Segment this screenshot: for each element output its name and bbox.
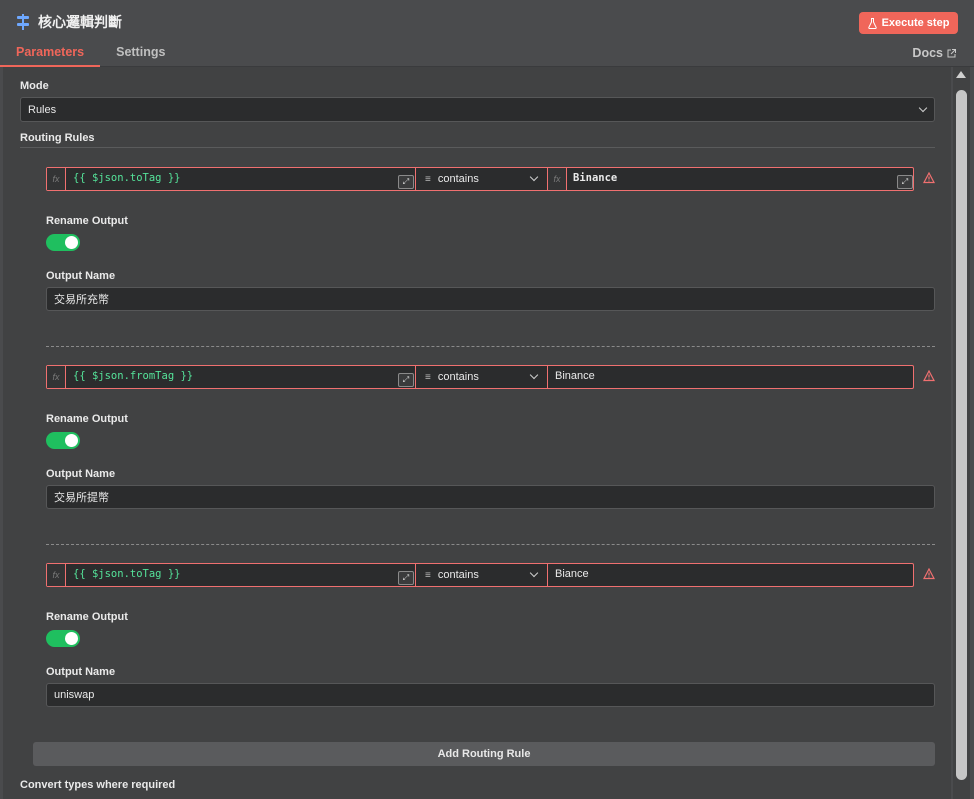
chevron-down-icon — [529, 568, 539, 578]
mode-label: Mode — [20, 80, 49, 92]
rule-1-output-name-input[interactable]: 交易所充幣 — [46, 287, 935, 311]
fx-icon[interactable]: fx — [47, 168, 66, 190]
rule-2-condition: fx {{ $json.fromTag }} ⤢ ≡ contains Bina… — [46, 365, 914, 389]
rule-3-output-name-label: Output Name — [46, 666, 116, 678]
fx-icon[interactable]: fx — [548, 168, 567, 190]
warning-icon — [923, 370, 935, 382]
scroll-thumb[interactable] — [956, 90, 967, 780]
title-row: 核心邏輯判斷 — [16, 12, 122, 32]
operator-icon: ≡ — [425, 371, 431, 383]
switch-node-icon — [17, 14, 29, 30]
rule-2-output-name: 交易所提幣 — [54, 492, 109, 504]
parameters-panel: Mode Rules Routing Rules fx {{ $json.toT… — [3, 67, 951, 799]
rule-2-right-value[interactable]: Binance — [555, 370, 595, 382]
rule-1-right-value[interactable]: Binance — [573, 172, 617, 184]
fx-icon[interactable]: fx — [47, 366, 66, 388]
convert-types-label: Convert types where required — [20, 779, 176, 791]
scrollbar[interactable] — [953, 67, 970, 799]
rule-2-operator: contains — [437, 371, 479, 383]
warning-icon — [923, 568, 935, 580]
rule-separator — [46, 346, 935, 347]
toggle-knob — [65, 434, 78, 447]
mode-select[interactable]: Rules — [20, 97, 935, 122]
rule-3-right-value[interactable]: Biance — [555, 568, 589, 580]
section-divider — [20, 147, 935, 148]
chevron-down-icon — [529, 370, 539, 380]
rule-2-output-name-label: Output Name — [46, 468, 116, 480]
expand-expression-icon[interactable]: ⤢ — [897, 175, 913, 189]
rule-3-rename-label: Rename Output — [46, 611, 128, 623]
toggle-knob — [65, 632, 78, 645]
rule-1-output-name: 交易所充幣 — [54, 294, 109, 306]
flask-icon — [867, 17, 877, 29]
rule-2-left-expression[interactable]: {{ $json.fromTag }} — [73, 370, 193, 382]
rule-3-output-name: uniswap — [54, 689, 95, 701]
rule-1-left-expression[interactable]: {{ $json.toTag }} — [73, 172, 180, 184]
rule-1-condition: fx {{ $json.toTag }} ⤢ ≡ contains fx Bin… — [46, 167, 914, 191]
rule-1-operator: contains — [437, 173, 479, 185]
add-routing-rule-button[interactable]: Add Routing Rule — [33, 742, 935, 766]
tab-parameters[interactable]: Parameters — [0, 40, 101, 67]
node-title[interactable]: 核心邏輯判斷 — [38, 12, 122, 32]
chevron-down-icon — [918, 103, 928, 113]
routing-rules-label: Routing Rules — [20, 132, 95, 144]
rule-1-operator-select[interactable]: ≡ contains — [415, 168, 548, 190]
node-header: 核心邏輯判斷 Execute step Parameters Settings … — [0, 0, 974, 67]
mode-value: Rules — [28, 103, 57, 116]
rule-2-output-name-input[interactable]: 交易所提幣 — [46, 485, 935, 509]
fx-icon[interactable]: fx — [47, 564, 66, 586]
chevron-down-icon — [529, 172, 539, 182]
docs-link[interactable]: Docs — [912, 46, 956, 60]
operator-icon: ≡ — [425, 173, 431, 185]
rule-2-rename-toggle[interactable] — [46, 432, 80, 449]
execute-step-button[interactable]: Execute step — [859, 12, 958, 34]
warning-icon — [923, 172, 935, 184]
external-link-icon — [947, 48, 956, 57]
tab-settings[interactable]: Settings — [100, 40, 181, 67]
rule-3-operator: contains — [437, 569, 479, 581]
expand-expression-icon[interactable]: ⤢ — [398, 571, 414, 585]
rule-2-operator-select[interactable]: ≡ contains — [415, 366, 548, 388]
execute-step-label: Execute step — [881, 17, 950, 29]
tab-bar: Parameters Settings — [0, 40, 181, 67]
rule-3-condition: fx {{ $json.toTag }} ⤢ ≡ contains Biance — [46, 563, 914, 587]
expand-expression-icon[interactable]: ⤢ — [398, 175, 414, 189]
expand-expression-icon[interactable]: ⤢ — [398, 373, 414, 387]
rule-1-output-name-label: Output Name — [46, 270, 116, 282]
toggle-knob — [65, 236, 78, 249]
operator-icon: ≡ — [425, 569, 431, 581]
rule-separator — [46, 544, 935, 545]
rule-3-left-expression[interactable]: {{ $json.toTag }} — [73, 568, 180, 580]
rule-3-rename-toggle[interactable] — [46, 630, 80, 647]
rule-1-rename-toggle[interactable] — [46, 234, 80, 251]
rule-3-output-name-input[interactable]: uniswap — [46, 683, 935, 707]
docs-label: Docs — [912, 46, 943, 60]
rule-1-rename-label: Rename Output — [46, 215, 128, 227]
rule-2-rename-label: Rename Output — [46, 413, 128, 425]
scroll-up-arrow-icon[interactable] — [956, 71, 966, 78]
rule-3-operator-select[interactable]: ≡ contains — [415, 564, 548, 586]
